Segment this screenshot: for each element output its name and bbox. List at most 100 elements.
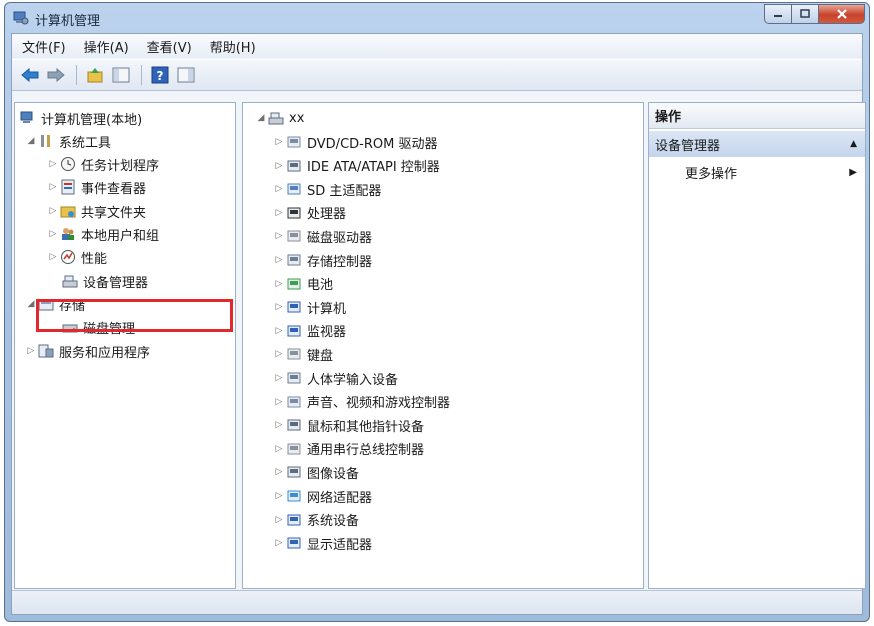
device-category-icon [285, 416, 303, 434]
help-button[interactable]: ? [148, 63, 172, 87]
device-category-item[interactable]: ▷ 电池 [273, 273, 333, 295]
device-category-icon [285, 204, 303, 222]
device-category-item[interactable]: ▷ SD 主适配器 [273, 178, 381, 200]
tools-icon [37, 132, 55, 150]
tree-item-performance[interactable]: ▷ 性能 [47, 246, 107, 268]
window-controls [764, 4, 865, 24]
device-category-item[interactable]: ▷ 人体学输入设备 [273, 367, 398, 389]
status-bar [12, 590, 862, 614]
more-actions-item[interactable]: 更多操作 ▶ [685, 161, 865, 183]
expanded-arrow-icon[interactable]: ◢ [25, 136, 37, 146]
title-bar[interactable]: 计算机管理 [5, 3, 869, 33]
forward-button[interactable] [44, 63, 68, 87]
device-category-icon [285, 322, 303, 340]
device-category-item[interactable]: ▷ IDE ATA/ATAPI 控制器 [273, 155, 440, 177]
collapsed-arrow-icon[interactable]: ▷ [273, 255, 285, 265]
collapsed-arrow-icon[interactable]: ▷ [273, 420, 285, 430]
device-category-item[interactable]: ▷ 键盘 [273, 343, 333, 365]
up-button[interactable] [83, 63, 107, 87]
device-category-item[interactable]: ▷ 处理器 [273, 202, 346, 224]
menu-action[interactable]: 操作(A) [84, 37, 129, 56]
tree-item-shared-folders[interactable]: ▷ 共享文件夹 [47, 200, 146, 222]
device-category-item[interactable]: ▷ 显示适配器 [273, 532, 372, 554]
menu-file[interactable]: 文件(F) [22, 37, 66, 56]
maximize-button[interactable] [792, 4, 819, 24]
collapsed-arrow-icon[interactable]: ▷ [273, 491, 285, 501]
tree-item-root[interactable]: 计算机管理(本地) [19, 107, 142, 129]
collapsed-arrow-icon[interactable]: ▷ [273, 279, 285, 289]
device-category-icon [285, 369, 303, 387]
tree-item-system-tools[interactable]: ◢ 系统工具 [25, 130, 111, 152]
collapsed-arrow-icon[interactable]: ▷ [273, 397, 285, 407]
collapsed-arrow-icon[interactable]: ▷ [273, 538, 285, 548]
device-category-item[interactable]: ▷ 磁盘驱动器 [273, 225, 372, 247]
collapsed-arrow-icon[interactable]: ▷ [273, 467, 285, 477]
device-category-item[interactable]: ▷ 网络适配器 [273, 485, 372, 507]
window-body: 文件(F) 操作(A) 查看(V) 帮助(H) ? 计算机管理(本地) ◢ 系统… [11, 33, 866, 615]
device-tree-root[interactable]: ◢ xx [255, 107, 305, 129]
collapsed-arrow-icon[interactable]: ▷ [273, 161, 285, 171]
expanded-arrow-icon[interactable]: ◢ [255, 113, 267, 123]
tree-item-device-manager[interactable]: 设备管理器 [61, 270, 148, 292]
collapsed-arrow-icon[interactable]: ▷ [273, 184, 285, 194]
tree-label: 事件查看器 [81, 181, 147, 197]
tree-label: 图像设备 [307, 466, 360, 482]
collapsed-arrow-icon[interactable]: ▷ [273, 137, 285, 147]
device-category-icon [285, 133, 303, 151]
collapsed-arrow-icon[interactable]: ▷ [47, 206, 59, 216]
tree-label: 共享文件夹 [81, 205, 147, 221]
device-category-item[interactable]: ▷ 声音、视频和游戏控制器 [273, 391, 450, 413]
collapsed-arrow-icon[interactable]: ▷ [273, 326, 285, 336]
menu-view[interactable]: 查看(V) [147, 37, 192, 56]
collapsed-arrow-icon[interactable]: ▷ [273, 515, 285, 525]
device-category-item[interactable]: ▷ DVD/CD-ROM 驱动器 [273, 131, 437, 153]
show-hide-action-pane-button[interactable] [174, 63, 198, 87]
tree-label: 性能 [81, 251, 108, 267]
collapsed-arrow-icon[interactable]: ▷ [47, 182, 59, 192]
device-category-icon [285, 345, 303, 363]
collapsed-arrow-icon[interactable]: ▷ [47, 252, 59, 262]
collapsed-arrow-icon[interactable]: ▷ [273, 444, 285, 454]
device-category-icon [285, 227, 303, 245]
device-category-item[interactable]: ▷ 存储控制器 [273, 249, 372, 271]
tree-item-task-scheduler[interactable]: ▷ 任务计划程序 [47, 153, 159, 175]
collapsed-arrow-icon[interactable]: ▷ [273, 302, 285, 312]
close-button[interactable] [819, 4, 865, 24]
tree-label: 通用串行总线控制器 [307, 443, 425, 459]
device-category-item[interactable]: ▷ 系统设备 [273, 509, 359, 531]
collapsed-arrow-icon[interactable]: ▷ [47, 229, 59, 239]
show-hide-tree-button[interactable] [109, 63, 133, 87]
tree-label: 监视器 [307, 325, 347, 341]
collapsed-arrow-icon[interactable]: ▷ [25, 346, 37, 356]
tree-item-event-viewer[interactable]: ▷ 事件查看器 [47, 176, 146, 198]
submenu-arrow-icon: ▶ [849, 166, 857, 178]
toolbar: ? [12, 59, 862, 91]
tree-label: SD 主适配器 [307, 183, 382, 199]
forward-arrow-icon [47, 68, 65, 82]
collapsed-arrow-icon[interactable]: ▷ [273, 349, 285, 359]
tree-label: 网络适配器 [307, 490, 373, 506]
collapse-up-icon[interactable]: ▲ [850, 139, 857, 149]
device-category-item[interactable]: ▷ 图像设备 [273, 461, 359, 483]
minimize-button[interactable] [764, 4, 792, 24]
back-button[interactable] [18, 63, 42, 87]
device-category-item[interactable]: ▷ 监视器 [273, 320, 346, 342]
selection-highlight-box [36, 299, 233, 332]
device-category-item[interactable]: ▷ 通用串行总线控制器 [273, 438, 424, 460]
actions-section-device-manager[interactable]: 设备管理器 ▲ [649, 131, 865, 157]
help-icon: ? [151, 66, 169, 84]
collapsed-arrow-icon[interactable]: ▷ [273, 373, 285, 383]
tree-label: 本地用户和组 [81, 228, 160, 244]
collapsed-arrow-icon[interactable]: ▷ [273, 231, 285, 241]
window: 计算机管理 文件(F) 操作(A) 查看(V) 帮助(H) ? 计算机管理(本地… [4, 2, 870, 622]
device-category-item[interactable]: ▷ 计算机 [273, 296, 346, 318]
tree-item-local-users-groups[interactable]: ▷ 本地用户和组 [47, 223, 159, 245]
tree-label: 声音、视频和游戏控制器 [307, 396, 451, 412]
tree-item-services-apps[interactable]: ▷ 服务和应用程序 [25, 340, 150, 362]
menu-help[interactable]: 帮助(H) [210, 37, 256, 56]
tree-label: 磁盘驱动器 [307, 230, 373, 246]
tree-label: 设备管理器 [83, 275, 149, 291]
collapsed-arrow-icon[interactable]: ▷ [273, 208, 285, 218]
collapsed-arrow-icon[interactable]: ▷ [47, 159, 59, 169]
device-category-item[interactable]: ▷ 鼠标和其他指针设备 [273, 414, 424, 436]
